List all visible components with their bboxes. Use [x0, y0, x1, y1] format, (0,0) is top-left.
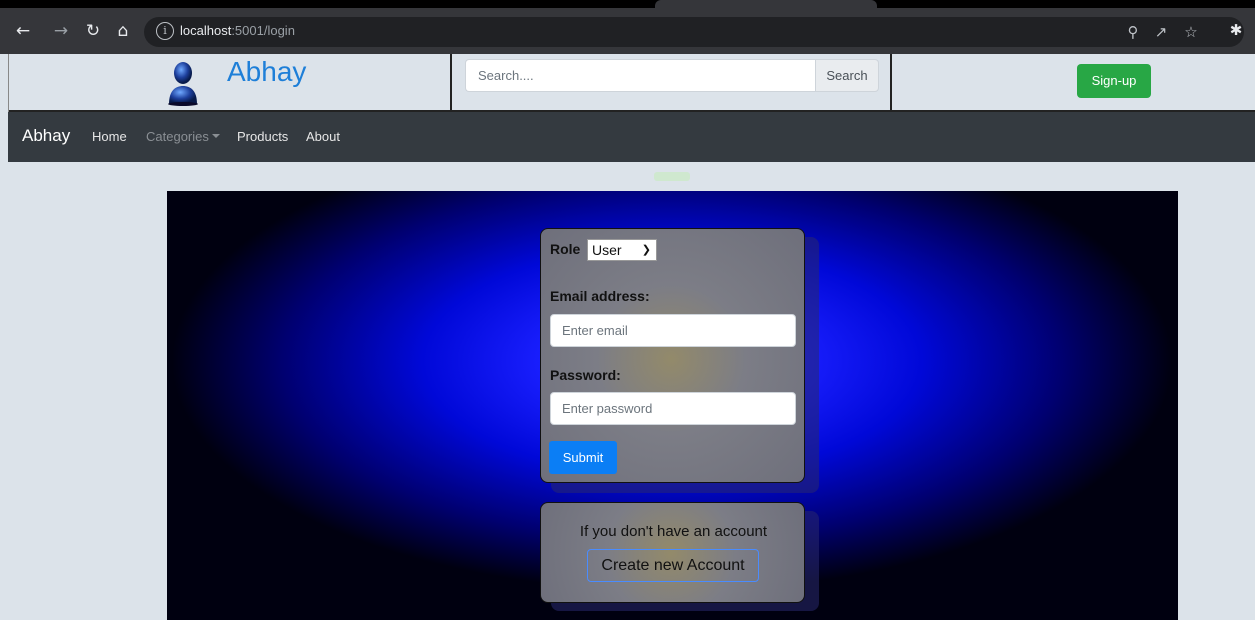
no-account-text: If you don't have an account	[579, 523, 768, 540]
navbar: Abhay Home Categories Products About	[8, 112, 1255, 162]
forward-icon[interactable]: →	[50, 20, 72, 42]
hero-background: Role User ❯ Email address: Enter email P…	[167, 191, 1178, 620]
browser-toolbar: ← → ↻ ⌂ i localhost:5001/login ⚲ ↗ ☆ ✱	[0, 8, 1255, 54]
search-input[interactable]: Search....	[465, 59, 815, 92]
signup-cell: Sign-up	[892, 54, 1255, 112]
nav-link-categories-label: Categories	[146, 129, 209, 144]
share-icon[interactable]: ↗	[1150, 21, 1172, 43]
search-cell: Search.... Search	[452, 54, 892, 112]
caret-down-icon	[211, 134, 220, 138]
site-header: Abhay Search.... Search Sign-up	[8, 54, 1255, 112]
password-field[interactable]: Enter password	[550, 392, 796, 425]
signup-button[interactable]: Sign-up	[1077, 64, 1151, 98]
brand-title[interactable]: Abhay	[227, 56, 306, 88]
submit-button[interactable]: Submit	[549, 441, 617, 474]
nav-link-about[interactable]: About	[306, 129, 340, 144]
bookmark-star-icon[interactable]: ☆	[1180, 21, 1202, 43]
active-tab[interactable]	[655, 0, 877, 8]
alert-indicator	[654, 172, 690, 181]
home-icon[interactable]: ⌂	[112, 20, 134, 42]
nav-link-home[interactable]: Home	[92, 129, 127, 144]
address-url: localhost:5001/login	[180, 23, 295, 38]
login-card: Role User ❯ Email address: Enter email P…	[540, 228, 805, 483]
create-account-button[interactable]: Create new Account	[587, 549, 759, 582]
password-label: Password:	[550, 367, 621, 383]
logo-cell: Abhay	[8, 54, 452, 112]
extensions-icon[interactable]: ✱	[1225, 19, 1247, 41]
email-label: Email address:	[550, 288, 650, 304]
tab-strip	[0, 0, 1255, 8]
role-label: Role	[550, 241, 581, 257]
browser-chrome: ← → ↻ ⌂ i localhost:5001/login ⚲ ↗ ☆ ✱	[0, 0, 1255, 54]
navbar-brand[interactable]: Abhay	[22, 126, 70, 146]
email-field[interactable]: Enter email	[550, 314, 796, 347]
nav-link-products[interactable]: Products	[237, 129, 288, 144]
create-account-card: If you don't have an account Create new …	[540, 502, 805, 603]
user-avatar-icon	[168, 62, 198, 106]
address-bar[interactable]: i localhost:5001/login ⚲ ↗ ☆	[144, 17, 1244, 47]
role-select-value: User	[592, 242, 622, 258]
reload-icon[interactable]: ↻	[82, 20, 104, 42]
zoom-icon[interactable]: ⚲	[1122, 21, 1144, 43]
info-icon[interactable]: i	[156, 22, 174, 40]
back-icon[interactable]: ←	[12, 20, 34, 42]
nav-link-categories[interactable]: Categories	[146, 129, 220, 144]
chevron-down-icon: ❯	[641, 244, 651, 256]
role-select[interactable]: User ❯	[587, 239, 657, 261]
search-button[interactable]: Search	[815, 59, 879, 92]
